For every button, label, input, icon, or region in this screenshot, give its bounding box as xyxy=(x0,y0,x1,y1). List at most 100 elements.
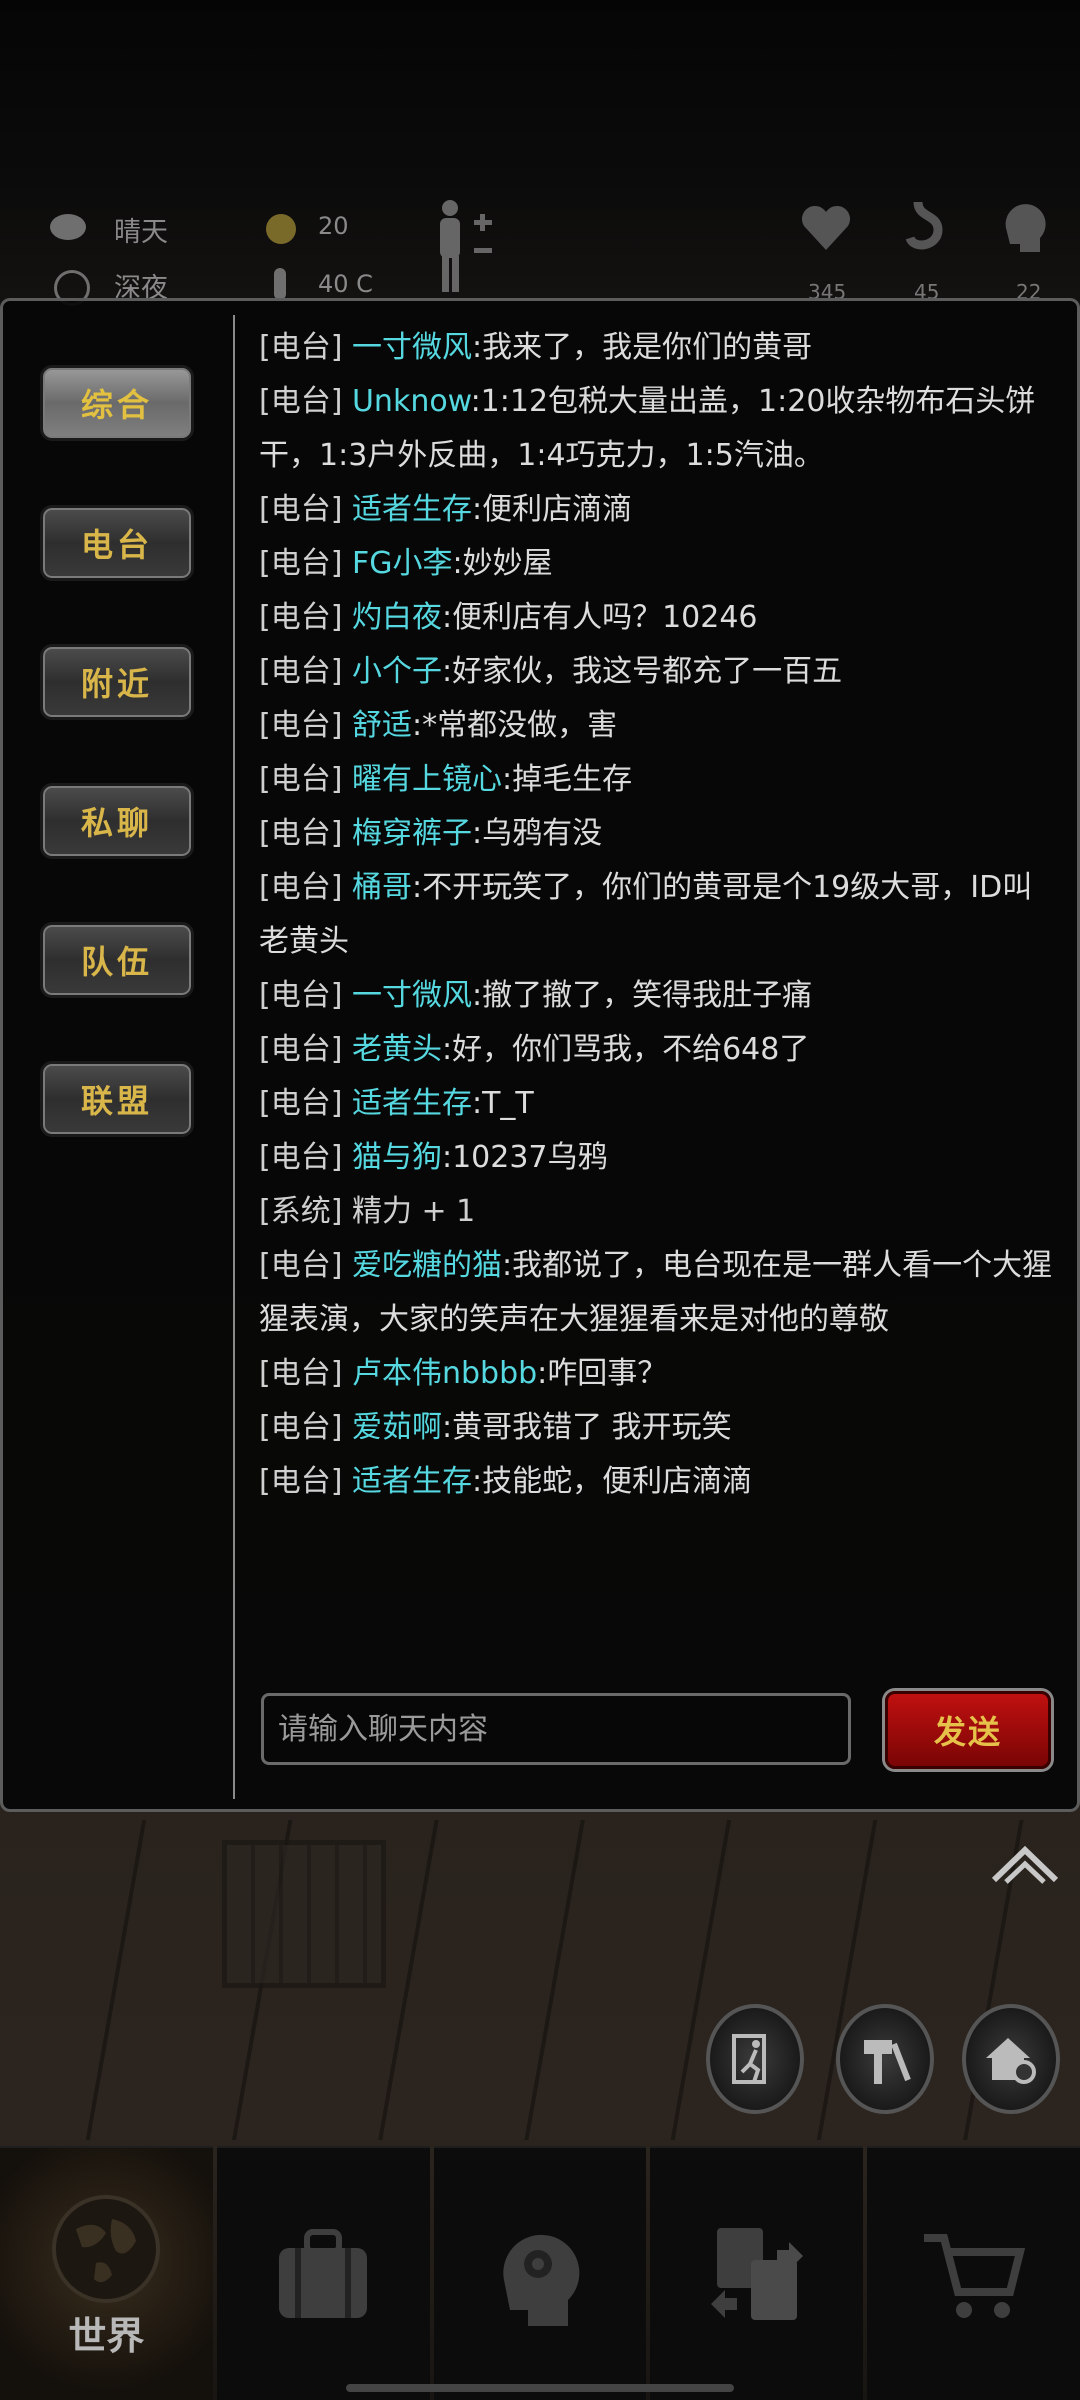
build-button[interactable] xyxy=(836,2004,934,2114)
radiation-icon xyxy=(266,214,296,244)
chat-message: [电台] 猫与狗:10237乌鸦 xyxy=(259,1131,1059,1185)
globe-icon xyxy=(52,2194,161,2303)
message-username[interactable]: 爱茹啊 xyxy=(352,1410,442,1445)
message-username[interactable]: 适者生存 xyxy=(352,1086,472,1121)
message-username[interactable]: 适者生存 xyxy=(352,1464,472,1499)
tab-skills[interactable] xyxy=(433,2146,647,2400)
chat-message: [电台] 爱吃糖的猫:我都说了，电台现在是一群人看一个大猩猩表演，大家的笑声在大… xyxy=(259,1239,1059,1347)
exit-button[interactable] xyxy=(706,2004,804,2114)
bottom-nav: 世界 xyxy=(0,2146,1080,2400)
home-gear-icon xyxy=(986,2038,1036,2084)
message-username[interactable]: 梅穿裤子 xyxy=(352,816,472,851)
weather-text: 晴天 xyxy=(114,217,168,248)
tab-world[interactable]: 世界 xyxy=(0,2146,213,2400)
message-text: :撤了撤了，笑得我肚子痛 xyxy=(471,978,813,1013)
chat-message: [电台] 曜有上镜心:掉毛生存 xyxy=(259,753,1059,807)
exit-door-icon xyxy=(732,2034,766,2084)
message-channel-tag: [系统] xyxy=(259,1194,343,1229)
message-text: :我来了，我是你们的黄哥 xyxy=(471,330,813,365)
collapse-up-icon[interactable] xyxy=(990,1840,1060,1886)
temperature-value: 40 C xyxy=(318,270,373,298)
chat-message: [电台] 小个子:好家伙，我这号都充了一百五 xyxy=(259,645,1059,699)
message-text: :便利店滴滴 xyxy=(471,492,633,527)
message-channel-tag: [电台] xyxy=(259,978,343,1013)
message-username[interactable]: 灼白夜 xyxy=(352,600,442,635)
message-text: :技能蛇，便利店滴滴 xyxy=(471,1464,753,1499)
message-channel-tag: [电台] xyxy=(259,600,343,635)
channel-nearby[interactable]: 附近 xyxy=(40,644,194,720)
chat-message: [电台] FG小李:妙妙屋 xyxy=(259,537,1059,591)
send-button[interactable]: 发送 xyxy=(885,1691,1051,1769)
chat-message: [电台] 梅穿裤子:乌鸦有没 xyxy=(259,807,1059,861)
message-username[interactable]: 卢本伟nbbbb xyxy=(352,1356,537,1391)
body-silhouette-icon xyxy=(440,200,492,292)
message-text: :T_T xyxy=(471,1086,534,1121)
message-channel-tag: [电台] xyxy=(259,1086,343,1121)
message-text: :便利店有人吗？10246 xyxy=(441,600,758,635)
message-channel-tag: [电台] xyxy=(259,384,343,419)
message-text: :好，你们骂我，不给648了 xyxy=(441,1032,810,1067)
message-username[interactable]: 桶哥 xyxy=(352,870,412,905)
channel-team[interactable]: 队伍 xyxy=(40,922,194,998)
message-username[interactable]: 爱吃糖的猫 xyxy=(352,1248,502,1283)
message-channel-tag: [电台] xyxy=(259,1356,343,1391)
message-username[interactable]: 小个子 xyxy=(352,654,442,689)
chat-message: [电台] 适者生存:技能蛇，便利店滴滴 xyxy=(259,1455,1059,1509)
cart-icon xyxy=(923,2234,1025,2318)
message-username[interactable]: 老黄头 xyxy=(352,1032,442,1067)
chat-panel: 综合 电台 附近 私聊 队伍 联盟 [电台] 一寸微风:我来了，我是你们的黄哥[… xyxy=(0,298,1080,1812)
crate-object[interactable] xyxy=(222,1840,386,1988)
channel-private[interactable]: 私聊 xyxy=(40,783,194,859)
message-username[interactable]: 适者生存 xyxy=(352,492,472,527)
chat-message: [电台] 桶哥:不开玩笑了，你们的黄哥是个19级大哥，ID叫老黄头 xyxy=(259,861,1059,969)
message-text: :10237乌鸦 xyxy=(441,1140,608,1175)
stomach-icon xyxy=(905,201,943,250)
message-username[interactable]: 一寸微风 xyxy=(352,330,472,365)
message-channel-tag: [电台] xyxy=(259,762,343,797)
channel-list: 综合 电台 附近 私聊 队伍 联盟 xyxy=(3,301,233,1809)
message-text: 精力 + 1 xyxy=(351,1194,476,1229)
heart-icon xyxy=(801,205,851,250)
chat-input-box[interactable] xyxy=(261,1693,851,1765)
message-channel-tag: [电台] xyxy=(259,1140,343,1175)
chat-message: [电台] 老黄头:好，你们骂我，不给648了 xyxy=(259,1023,1059,1077)
chat-message: [电台] 适者生存:便利店滴滴 xyxy=(259,483,1059,537)
message-text: :好家伙，我这号都充了一百五 xyxy=(441,654,843,689)
home-settings-button[interactable] xyxy=(962,2004,1060,2114)
chat-input[interactable] xyxy=(264,1696,848,1762)
message-text: :乌鸦有没 xyxy=(471,816,603,851)
message-username[interactable]: 猫与狗 xyxy=(352,1140,442,1175)
message-username[interactable]: Unknow xyxy=(352,384,471,419)
tab-world-label: 世界 xyxy=(68,2313,145,2358)
head-gear-icon xyxy=(503,2234,580,2326)
tab-inventory[interactable] xyxy=(216,2146,430,2400)
message-channel-tag: [电台] xyxy=(259,870,343,905)
channel-radio[interactable]: 电台 xyxy=(40,505,194,581)
mind-head-icon xyxy=(1005,204,1046,252)
chat-message: [电台] 一寸微风:我来了，我是你们的黄哥 xyxy=(259,321,1059,375)
message-channel-tag: [电台] xyxy=(259,708,343,743)
tab-shop[interactable] xyxy=(867,2146,1080,2400)
message-username[interactable]: 一寸微风 xyxy=(352,978,472,1013)
message-list: [电台] 一寸微风:我来了，我是你们的黄哥 [电台] Unknow:1:12包税大… xyxy=(259,321,1059,1509)
chat-message: [电台] 适者生存:T_T xyxy=(259,1077,1059,1131)
channel-alliance[interactable]: 联盟 xyxy=(40,1061,194,1137)
message-channel-tag: [电台] xyxy=(259,816,343,851)
radiation-value: 20 xyxy=(318,212,349,240)
message-channel-tag: [电台] xyxy=(259,1464,343,1499)
message-text: :掉毛生存 xyxy=(501,762,633,797)
message-username[interactable]: 曜有上镜心 xyxy=(352,762,502,797)
chat-message: [电台] 舒适:*常都没做，害 xyxy=(259,699,1059,753)
message-username[interactable]: 舒适 xyxy=(352,708,412,743)
message-text: :黄哥我错了 我开玩笑 xyxy=(441,1410,732,1445)
hammer-saw-icon xyxy=(864,2040,911,2084)
chat-message: [电台] 灼白夜:便利店有人吗？10246 xyxy=(259,591,1059,645)
tab-trade[interactable] xyxy=(650,2146,864,2400)
message-channel-tag: [电台] xyxy=(259,654,343,689)
message-text: :*常都没做，害 xyxy=(411,708,618,743)
system-message: [系统] 精力 + 1 xyxy=(259,1185,1059,1239)
channel-all[interactable]: 综合 xyxy=(40,365,194,441)
home-indicator xyxy=(346,2384,734,2392)
chat-message: [电台] 爱茹啊:黄哥我错了 我开玩笑 xyxy=(259,1401,1059,1455)
message-username[interactable]: FG小李 xyxy=(352,546,453,581)
